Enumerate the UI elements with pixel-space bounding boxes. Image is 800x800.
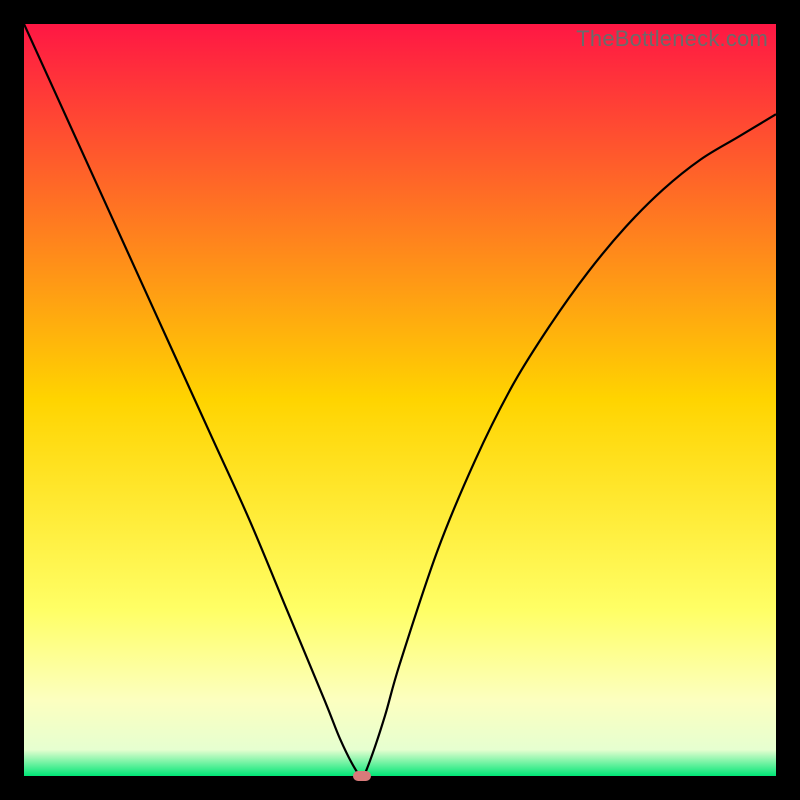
bottleneck-chart xyxy=(24,24,776,776)
chart-frame: TheBottleneck.com xyxy=(24,24,776,776)
optimal-marker xyxy=(353,771,371,781)
watermark-text: TheBottleneck.com xyxy=(576,26,768,52)
